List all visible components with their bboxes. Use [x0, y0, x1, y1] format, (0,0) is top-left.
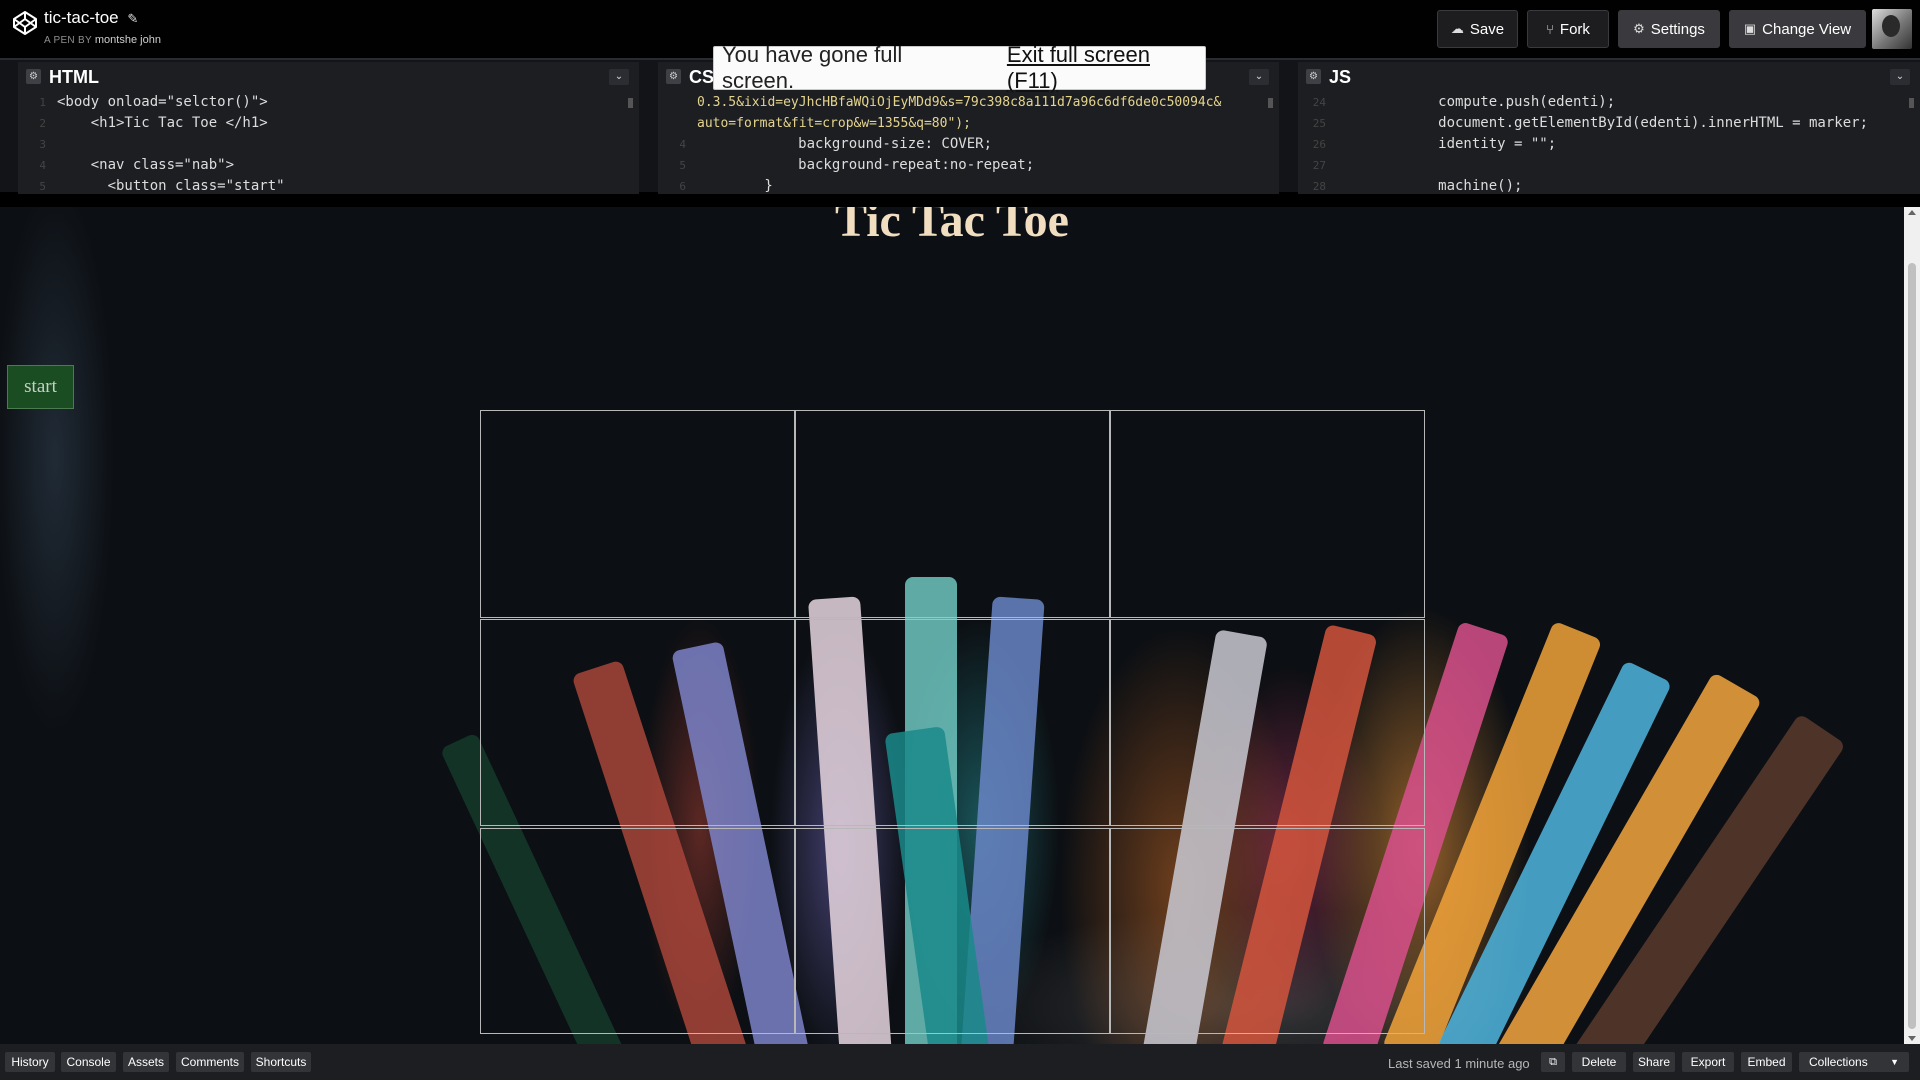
author-name[interactable]: montshe john	[95, 34, 161, 46]
preview-scrollbar[interactable]	[1904, 207, 1920, 1044]
start-button[interactable]: start	[7, 365, 74, 409]
code-line: 28 machine();	[1312, 178, 1523, 194]
scrollbar-thumb[interactable]	[1908, 263, 1916, 1029]
pen-title[interactable]: tic-tac-toe ✎	[44, 8, 138, 28]
code-line: 1 <body onload="selctor()">	[39, 94, 268, 110]
history-button[interactable]: History	[5, 1052, 55, 1072]
scrollbar[interactable]	[1909, 98, 1914, 108]
fullscreen-message: You have gone full screen.	[722, 42, 903, 93]
external-link-icon[interactable]: ⧉	[1541, 1052, 1565, 1072]
board-cell[interactable]	[480, 619, 795, 826]
settings-button[interactable]: ⚙ Settings	[1618, 10, 1720, 48]
cloud-icon: ☁	[1450, 21, 1464, 36]
board-cell[interactable]	[1110, 619, 1425, 826]
js-editor[interactable]: ⚙ JS ⌄ 24 compute.push(edenti); 25 docum…	[1298, 62, 1920, 194]
collections-label: Collections	[1809, 1055, 1868, 1069]
code-line: 6 }	[679, 178, 773, 194]
pen-author: A PEN BY montshe john	[44, 34, 161, 46]
footer-bar: History Console Assets Comments Shortcut…	[0, 1044, 1920, 1080]
collections-dropdown[interactable]: Collections ▼	[1799, 1052, 1909, 1072]
pen-title-text[interactable]: tic-tac-toe	[44, 8, 119, 27]
code-line: 5 <button class="start"	[39, 178, 285, 194]
code-line: 4 <nav class="nab">	[39, 157, 235, 173]
gear-icon[interactable]: ⚙	[666, 69, 681, 84]
scroll-down-icon[interactable]	[1908, 1036, 1916, 1041]
codepen-logo-icon[interactable]	[12, 10, 38, 36]
fork-icon: ⑂	[1546, 21, 1554, 37]
code-line: 4 background-size: COVER;	[679, 136, 993, 152]
pencil-icon[interactable]: ✎	[127, 11, 138, 26]
fork-label: Fork	[1559, 20, 1590, 38]
author-prefix: A PEN BY	[44, 35, 92, 46]
board-cell[interactable]	[795, 828, 1110, 1034]
game-board	[480, 410, 1425, 1035]
gear-icon[interactable]: ⚙	[1306, 69, 1321, 84]
delete-button[interactable]: Delete	[1572, 1052, 1626, 1072]
code-line: 3	[39, 138, 46, 151]
js-code[interactable]: 24 compute.push(edenti); 25 document.get…	[1298, 92, 1920, 194]
js-editor-header: ⚙ JS ⌄	[1298, 62, 1920, 92]
board-cell[interactable]	[795, 619, 1110, 826]
code-line: 27	[1312, 159, 1326, 172]
export-button[interactable]: Export	[1682, 1052, 1734, 1072]
change-view-label: Change View	[1762, 20, 1852, 38]
embed-button[interactable]: Embed	[1741, 1052, 1792, 1072]
user-avatar[interactable]	[1872, 9, 1912, 49]
fork-button[interactable]: ⑂ Fork	[1527, 10, 1609, 48]
css-code[interactable]: 0.3.5&ixid=eyJhcHBfaWQiOjEyMDd9&s=79c398…	[658, 92, 1279, 194]
fullscreen-notification: You have gone full screen. Exit full scr…	[713, 42, 1206, 93]
gear-icon: ⚙	[1633, 21, 1645, 36]
scroll-up-icon[interactable]	[1908, 210, 1916, 215]
chevron-down-icon[interactable]: ⌄	[1249, 69, 1269, 85]
page-heading: Tic Tac Toe	[835, 207, 1069, 247]
settings-label: Settings	[1650, 20, 1705, 38]
html-editor-title: HTML	[49, 67, 99, 87]
shortcuts-button[interactable]: Shortcuts	[251, 1052, 311, 1072]
code-line: auto=format&fit=crop&w=1355&q=80");	[697, 116, 971, 131]
chevron-down-icon[interactable]: ⌄	[1890, 69, 1910, 85]
board-cell[interactable]	[480, 410, 795, 618]
share-button[interactable]: Share	[1633, 1052, 1675, 1072]
code-line: 0.3.5&ixid=eyJhcHBfaWQiOjEyMDd9&s=79c398…	[697, 95, 1222, 110]
comments-button[interactable]: Comments	[176, 1052, 244, 1072]
last-saved-status: Last saved 1 minute ago	[1388, 1056, 1530, 1071]
exit-fullscreen-link[interactable]: Exit full screen (F11)	[1007, 42, 1205, 94]
code-line: 25 document.getElementById(edenti).inner…	[1312, 115, 1869, 131]
code-line: 24 compute.push(edenti);	[1312, 94, 1616, 110]
code-line: 5 background-repeat:no-repeat;	[679, 157, 1035, 173]
chevron-down-icon[interactable]: ⌄	[609, 69, 629, 85]
board-cell[interactable]	[795, 410, 1110, 618]
save-label: Save	[1469, 20, 1505, 38]
preview-frame: Tic Tac Toe start	[0, 207, 1904, 1044]
js-editor-title: JS	[1329, 67, 1352, 87]
board-cell[interactable]	[1110, 410, 1425, 618]
html-editor-header: ⚙ HTML ⌄	[18, 62, 639, 92]
caret-down-icon: ▼	[1890, 1057, 1899, 1067]
board-cell[interactable]	[480, 828, 795, 1034]
console-button[interactable]: Console	[61, 1052, 116, 1072]
assets-button[interactable]: Assets	[123, 1052, 169, 1072]
scrollbar[interactable]	[1268, 98, 1273, 108]
change-view-button[interactable]: ▣ Change View	[1729, 10, 1866, 48]
code-line: 26 identity = "";	[1312, 136, 1557, 152]
layout-icon: ▣	[1743, 21, 1757, 36]
code-line: 2 <h1>Tic Tac Toe </h1>	[39, 115, 268, 131]
scrollbar[interactable]	[628, 98, 633, 108]
save-button[interactable]: ☁ Save	[1437, 10, 1518, 48]
html-editor[interactable]: ⚙ HTML ⌄ 1 <body onload="selctor()"> 2 <h…	[18, 62, 639, 194]
board-cell[interactable]	[1110, 828, 1425, 1034]
html-code[interactable]: 1 <body onload="selctor()"> 2 <h1>Tic Tac…	[18, 92, 639, 194]
gear-icon[interactable]: ⚙	[26, 69, 41, 84]
